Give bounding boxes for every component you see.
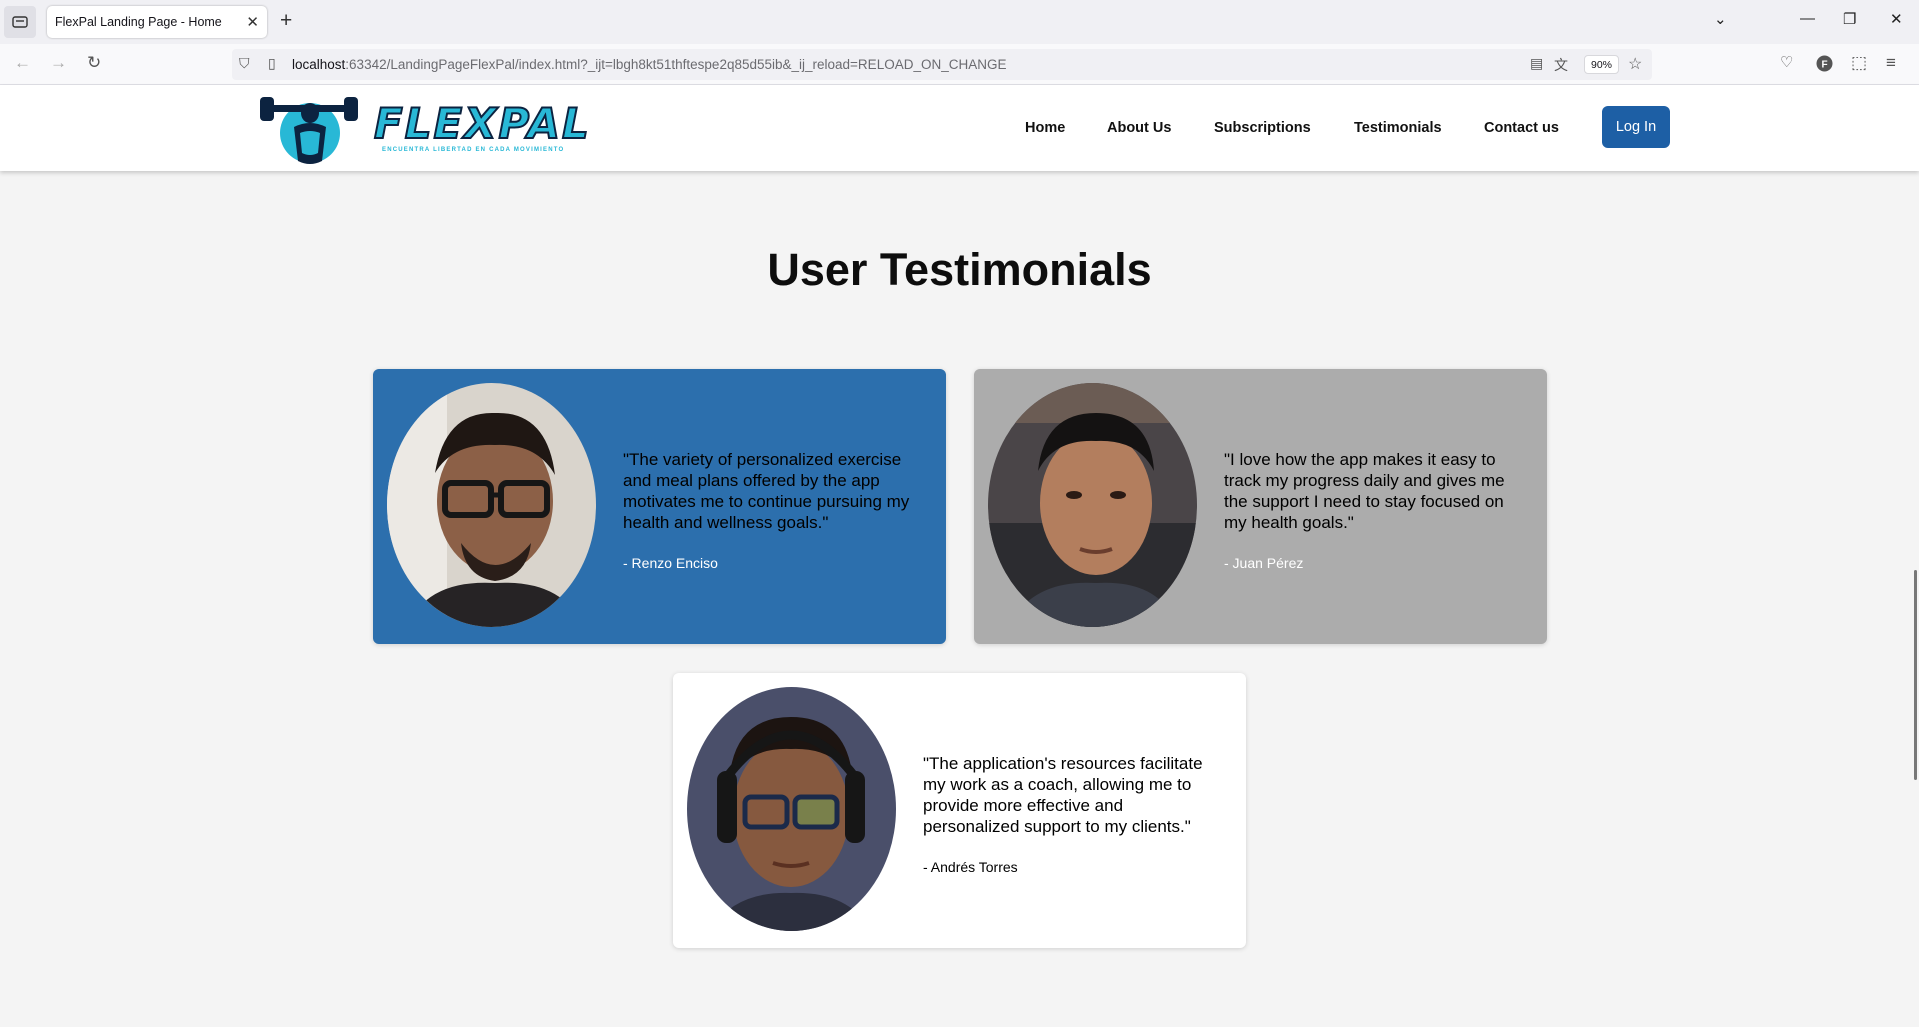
svg-text:F: F	[1821, 60, 1827, 71]
page-scrollbar[interactable]	[1914, 570, 1917, 780]
nav-testimonials[interactable]: Testimonials	[1354, 85, 1442, 171]
logo-wordmark[interactable]: FLEXPAL	[373, 98, 591, 149]
url-host: localhost	[292, 57, 346, 72]
logo-mascot-icon[interactable]	[260, 91, 358, 167]
testimonial-author: - Renzo Enciso	[623, 555, 718, 571]
minimize-icon[interactable]: —	[1800, 10, 1815, 27]
avatar	[988, 383, 1197, 627]
active-tab[interactable]: FlexPal Landing Page - Home ✕	[47, 6, 267, 38]
shield-icon[interactable]: ⛉	[239, 55, 250, 72]
bookmark-star-icon[interactable]: ☆	[1628, 54, 1642, 74]
url-text[interactable]: localhost:63342/LandingPageFlexPal/index…	[292, 57, 1006, 72]
testimonial-card: "The application's resources facilitate …	[673, 673, 1246, 948]
pocket-icon[interactable]: ♡	[1780, 53, 1793, 71]
account-icon[interactable]: F	[1816, 55, 1833, 77]
testimonial-quote: "The variety of personalized exercise an…	[623, 450, 910, 532]
avatar	[387, 383, 596, 627]
url-bar[interactable]: ⛉ ▯ localhost:63342/LandingPageFlexPal/i…	[232, 49, 1652, 80]
nav-home[interactable]: Home	[1025, 85, 1065, 171]
site-header: FLEXPAL ENCUENTRA LIBERTAD EN CADA MOVIM…	[0, 85, 1919, 171]
forward-icon[interactable]: →	[50, 53, 67, 73]
testimonial-author: - Juan Pérez	[1224, 555, 1304, 571]
avatar	[687, 687, 896, 931]
new-tab-icon[interactable]: +	[280, 10, 292, 32]
logo-tagline: ENCUENTRA LIBERTAD EN CADA MOVIMIENTO	[382, 147, 565, 153]
testimonial-author: - Andrés Torres	[923, 859, 1018, 875]
browser-nav-bar: ← → ↻ ⛉ ▯ localhost:63342/LandingPageFle…	[0, 44, 1919, 85]
section-title: User Testimonials	[767, 244, 1152, 295]
nav-subscriptions[interactable]: Subscriptions	[1214, 85, 1311, 171]
close-window-icon[interactable]: ✕	[1890, 10, 1903, 28]
nav-contact-us[interactable]: Contact us	[1484, 85, 1559, 171]
tab-close-icon[interactable]: ✕	[246, 13, 259, 31]
extensions-icon[interactable]: ⬚	[1851, 53, 1867, 73]
tab-list-button[interactable]	[4, 6, 36, 38]
url-path: :63342/LandingPageFlexPal/index.html?_ij…	[345, 57, 1007, 72]
nav-about-us[interactable]: About Us	[1107, 85, 1171, 171]
menu-icon[interactable]: ≡	[1886, 53, 1896, 73]
testimonial-quote: "The application's resources facilitate …	[923, 754, 1203, 836]
testimonial-quote: "I love how the app makes it easy to tra…	[1224, 450, 1505, 532]
tab-overflow-chevron-icon[interactable]: ⌄	[1714, 10, 1727, 28]
reload-icon[interactable]: ↻	[87, 53, 101, 73]
browser-tab-bar: FlexPal Landing Page - Home ✕ + ⌄ — ❐ ✕	[0, 0, 1919, 44]
zoom-level[interactable]: 90%	[1584, 55, 1620, 74]
restore-icon[interactable]: ❐	[1843, 10, 1856, 28]
page-icon: ▯	[268, 55, 276, 71]
testimonial-card: "I love how the app makes it easy to tra…	[974, 369, 1547, 644]
reader-view-icon[interactable]: ▤	[1530, 55, 1543, 72]
login-button[interactable]: Log In	[1602, 106, 1670, 148]
back-icon[interactable]: ←	[14, 53, 31, 73]
tab-list-icon	[12, 16, 28, 28]
testimonial-card: "The variety of personalized exercise an…	[373, 369, 946, 644]
translate-icon[interactable]: 文	[1554, 55, 1568, 75]
tab-title: FlexPal Landing Page - Home	[55, 15, 222, 29]
